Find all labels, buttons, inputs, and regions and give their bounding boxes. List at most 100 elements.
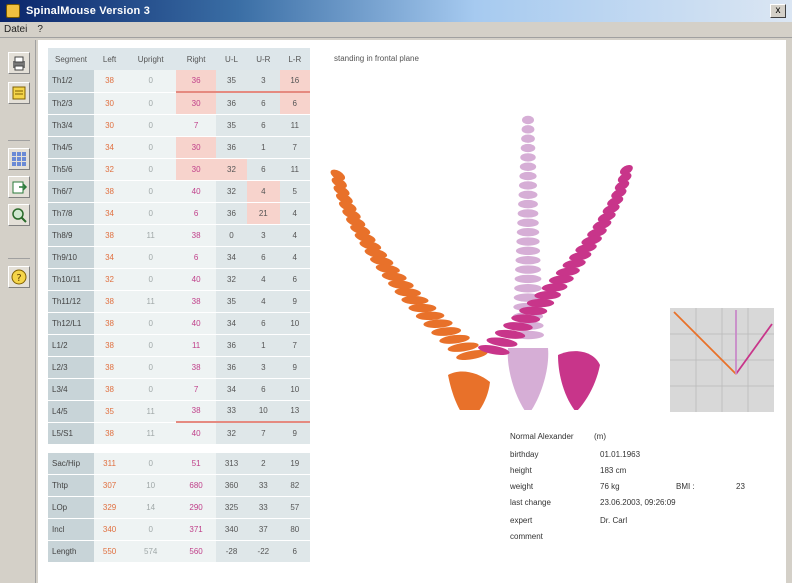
summary-value-cell: 550 (94, 540, 126, 562)
table-row[interactable]: Th9/10 34 0 6 34 6 4 (48, 246, 310, 268)
vertebra (517, 209, 539, 218)
summary-value-cell: 6 (279, 540, 310, 562)
value-cell: 34 (215, 312, 248, 334)
export-button[interactable] (8, 176, 30, 198)
summary-row[interactable]: Incl 340 0 371 340 37 80 (48, 518, 310, 540)
summary-row[interactable]: Sac/Hip 311 0 51 313 2 19 (48, 452, 310, 474)
search-button[interactable] (8, 204, 30, 226)
print-button[interactable] (8, 52, 30, 74)
value-cell: 40 (176, 312, 216, 334)
table-row[interactable]: Th5/6 32 0 30 32 6 11 (48, 158, 310, 180)
vertebra (514, 274, 542, 284)
summary-row[interactable]: Length 550 574 560 -28 -22 6 (48, 540, 310, 562)
vertebra (388, 280, 414, 289)
summary-value-cell: 340 (94, 518, 126, 540)
value-cell: 7 (247, 422, 280, 444)
expert-value: Dr. Carl (600, 516, 628, 525)
summary-row[interactable]: LOp 329 14 290 325 33 57 (48, 496, 310, 518)
value-cell: 4 (247, 180, 280, 202)
summary-value-cell: 57 (279, 496, 310, 518)
table-row[interactable]: Th6/7 38 0 40 32 4 5 (48, 180, 310, 202)
table-row[interactable]: L4/5 35 11 38 33 10 13 (48, 400, 310, 423)
vertebra (515, 256, 541, 265)
segment-cell: Th7/8 (48, 202, 94, 224)
summary-value-cell: 313 (215, 452, 248, 474)
value-cell: 11 (125, 422, 177, 444)
menu-item-help[interactable]: ? (37, 24, 43, 35)
left-toolbar: ? (0, 40, 36, 583)
value-cell: 1 (247, 136, 280, 158)
value-cell: 32 (215, 268, 248, 290)
table-row[interactable]: Th1/2 38 0 36 35 3 16 (48, 70, 310, 93)
summary-value-cell: 0 (125, 518, 177, 540)
value-cell: 5 (279, 180, 310, 202)
table-row[interactable]: Th3/4 30 0 7 35 6 11 (48, 114, 310, 136)
segment-cell: Th1/2 (48, 70, 94, 92)
col-header: Right (176, 48, 216, 70)
left-curve (673, 311, 737, 375)
vertebra (516, 227, 540, 237)
value-cell: 6 (247, 312, 280, 334)
value-cell: 32 (94, 268, 126, 290)
print-icon (13, 56, 25, 71)
deviation-mini-chart (670, 308, 774, 412)
table-gap (48, 444, 310, 452)
vertebra (401, 295, 429, 305)
vertebra (518, 181, 538, 190)
col-header: Left (94, 48, 126, 70)
value-cell: 0 (125, 378, 177, 400)
value-cell: 0 (125, 136, 177, 158)
table-row[interactable]: Th4/5 34 0 30 36 1 7 (48, 136, 310, 158)
value-cell: 0 (125, 180, 177, 202)
bmi-value: 23 (736, 482, 745, 491)
sacrum (558, 351, 600, 410)
value-cell: 32 (215, 422, 248, 444)
segment-cell: Th8/9 (48, 224, 94, 246)
value-cell: 38 (94, 356, 126, 378)
col-header: U-L (215, 48, 248, 70)
value-cell: 9 (279, 290, 310, 312)
help-button[interactable]: ? (8, 266, 30, 288)
summary-value-cell: 371 (176, 518, 216, 540)
height-value: 183 cm (600, 466, 627, 475)
value-cell: 4 (279, 246, 310, 268)
table-row[interactable]: Th11/12 38 11 38 35 4 9 (48, 290, 310, 312)
value-cell: 10 (279, 312, 310, 334)
menu-item-datei[interactable]: Datei (4, 24, 27, 35)
sacrum (507, 348, 549, 410)
value-cell: 0 (125, 114, 177, 136)
value-cell: 0 (125, 268, 177, 290)
summary-value-cell: 33 (247, 496, 280, 518)
grid-button[interactable] (8, 148, 30, 170)
value-cell: 38 (94, 334, 126, 356)
vertebra (519, 171, 537, 181)
summary-value-cell: 14 (125, 496, 177, 518)
table-row[interactable]: L1/2 38 0 11 36 1 7 (48, 334, 310, 356)
vertebra (521, 125, 535, 134)
col-header: L-R (279, 48, 310, 70)
table-row[interactable]: L2/3 38 0 38 36 3 9 (48, 356, 310, 378)
value-cell: 6 (247, 246, 280, 268)
table-header-row: Segment Left Upright Right U-L U-R L-R (48, 48, 310, 70)
summary-value-cell: 340 (215, 518, 248, 540)
value-cell: 0 (125, 246, 177, 268)
summary-row[interactable]: Thtp 307 10 680 360 33 82 (48, 474, 310, 496)
value-cell: 0 (125, 158, 177, 180)
table-row[interactable]: Th2/3 30 0 30 36 6 6 (48, 92, 310, 114)
table-row[interactable]: L3/4 38 0 7 34 6 10 (48, 378, 310, 400)
notes-button[interactable] (8, 82, 30, 104)
segment-cell: L3/4 (48, 378, 94, 400)
value-cell: 6 (176, 202, 216, 224)
table-row[interactable]: Th8/9 38 11 38 0 3 4 (48, 224, 310, 246)
value-cell: 35 (215, 70, 248, 93)
value-cell: 10 (279, 378, 310, 400)
table-row[interactable]: Th10/11 32 0 40 32 4 6 (48, 268, 310, 290)
bmi-label: BMI : (676, 482, 695, 491)
export-icon (12, 181, 28, 194)
table-row[interactable]: Th12/L1 38 0 40 34 6 10 (48, 312, 310, 334)
close-button[interactable]: x (770, 4, 786, 18)
table-row[interactable]: Th7/8 34 0 6 36 21 4 (48, 202, 310, 224)
vertebra (516, 237, 540, 246)
value-cell: 36 (215, 136, 248, 158)
table-row[interactable]: L5/S1 38 11 40 32 7 9 (48, 422, 310, 444)
